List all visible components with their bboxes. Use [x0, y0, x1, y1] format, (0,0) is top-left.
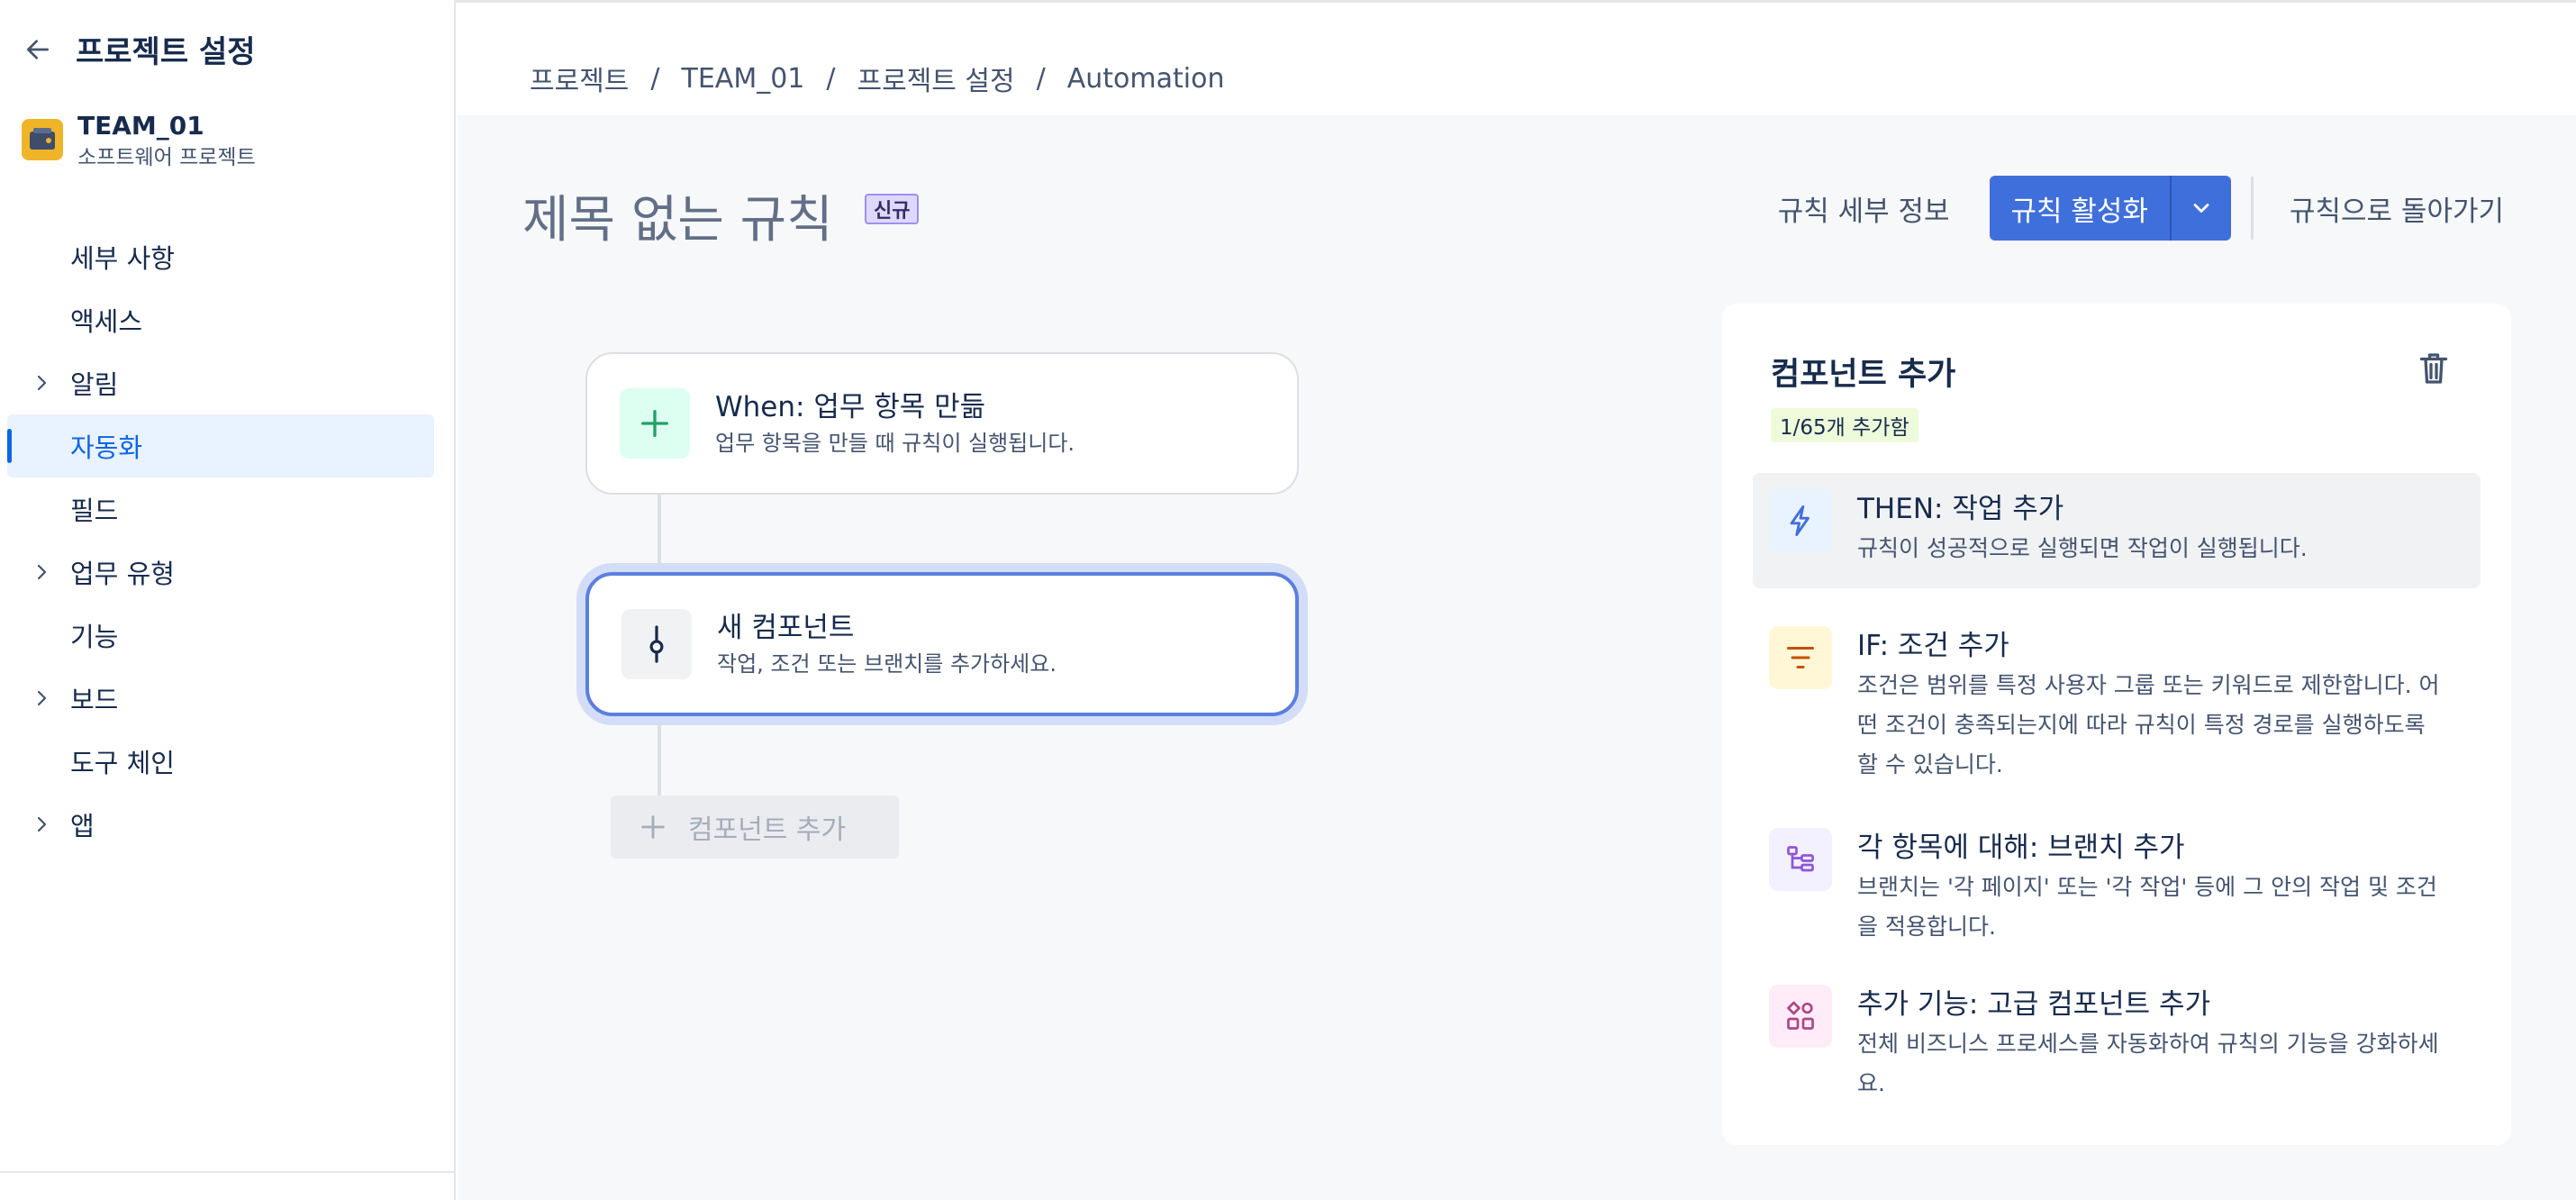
activate-dropdown-button[interactable] — [2169, 176, 2231, 241]
project-avatar-icon — [30, 128, 55, 150]
plus-icon — [641, 815, 665, 839]
breadcrumb-project-settings[interactable]: 프로젝트 설정 — [857, 59, 1015, 98]
app: 프로젝트 설정 TEAM_01 소프트웨어 프로젝트 세부 사항 액세스 알림 — [0, 0, 2576, 1200]
rule-title[interactable]: 제목 없는 규칙 — [522, 179, 833, 252]
breadcrumb-separator: / — [650, 62, 660, 95]
sidebar-item-details[interactable]: 세부 사항 — [7, 225, 434, 288]
header-divider — [2250, 177, 2254, 240]
option-condition[interactable]: IF: 조건 추가 조건은 범위를 특정 사용자 그룹 또는 키워드로 제한합니… — [1753, 610, 2481, 790]
panel-title: 컴포넌트 추가 — [1771, 357, 1956, 393]
add-component-panel: 컴포넌트 추가 1/65개 추가함 THEN: 작업 추가 규칙이 성공적으로 … — [1722, 304, 2511, 1145]
add-component-label: 컴포넌트 추가 — [688, 814, 847, 846]
option-title: THEN: 작업 추가 — [1857, 493, 2064, 525]
trigger-card[interactable]: When: 업무 항목 만듦 업무 항목을 만들 때 규칙이 실행됩니다. — [585, 352, 1299, 495]
header-actions: 규칙 세부 정보 규칙 활성화 규칙으로 돌아가기 — [1778, 176, 2504, 241]
sidebar-item-label: 앱 — [70, 811, 95, 841]
add-component-button[interactable]: 컴포넌트 추가 — [611, 795, 899, 859]
breadcrumb: 프로젝트 / TEAM_01 / 프로젝트 설정 / Automation — [530, 59, 1224, 98]
filter-icon — [1769, 626, 1832, 689]
chevron-right-icon — [37, 564, 47, 580]
trigger-description: 업무 항목을 만들 때 규칙이 실행됩니다. — [715, 431, 1075, 456]
flow-connector — [658, 495, 661, 572]
chevron-right-icon — [37, 375, 47, 391]
sidebar-item-notifications[interactable]: 알림 — [7, 351, 434, 414]
option-description: 규칙이 성공적으로 실행되면 작업이 실행됩니다. — [1857, 535, 2308, 561]
activate-button-group: 규칙 활성화 — [1989, 176, 2231, 241]
sidebar: 프로젝트 설정 TEAM_01 소프트웨어 프로젝트 세부 사항 액세스 알림 — [0, 0, 456, 1200]
plus-icon — [620, 388, 690, 459]
chevron-right-icon — [37, 690, 47, 706]
option-action[interactable]: THEN: 작업 추가 규칙이 성공적으로 실행되면 작업이 실행됩니다. — [1753, 473, 2481, 588]
sidebar-item-label: 자동화 — [70, 432, 143, 463]
new-component-title: 새 컴포넌트 — [717, 612, 855, 644]
sidebar-item-fields[interactable]: 필드 — [7, 477, 434, 541]
sidebar-item-work-types[interactable]: 업무 유형 — [7, 541, 434, 604]
main-content: 프로젝트 / TEAM_01 / 프로젝트 설정 / Automation 제목… — [458, 3, 2576, 1200]
sidebar-item-label: 세부 사항 — [70, 243, 175, 274]
option-branch[interactable]: 각 항목에 대해: 브랜치 추가 브랜치는 '각 페이지' 또는 '각 작업' … — [1753, 812, 2481, 947]
new-component-description: 작업, 조건 또는 브랜치를 추가하세요. — [717, 651, 1057, 677]
components-icon — [1769, 985, 1832, 1048]
option-description: 브랜치는 '각 페이지' 또는 '각 작업' 등에 그 안의 작업 및 조건을 … — [1857, 874, 2437, 940]
option-advanced[interactable]: 추가 기능: 고급 컴포넌트 추가 전체 비즈니스 프로세스를 자동화하여 규칙… — [1753, 968, 2481, 1104]
sidebar-title: 프로젝트 설정 — [76, 34, 256, 70]
option-title: IF: 조건 추가 — [1857, 630, 2009, 662]
breadcrumb-separator: / — [1036, 62, 1046, 95]
option-description: 조건은 범위를 특정 사용자 그룹 또는 키워드로 제한합니다. 어떤 조건이 … — [1857, 672, 2440, 777]
breadcrumb-bar: 프로젝트 / TEAM_01 / 프로젝트 설정 / Automation — [458, 3, 2576, 115]
option-title: 추가 기능: 고급 컴포넌트 추가 — [1857, 988, 2211, 1021]
lightning-icon — [1769, 489, 1832, 552]
sidebar-item-features[interactable]: 기능 — [7, 604, 434, 667]
flow-connector — [658, 723, 661, 795]
sidebar-header: 프로젝트 설정 — [22, 27, 256, 71]
option-description: 전체 비즈니스 프로세스를 자동화하여 규칙의 기능을 강화하세요. — [1857, 1031, 2439, 1096]
sidebar-item-label: 보드 — [70, 685, 119, 715]
sidebar-item-access[interactable]: 액세스 — [7, 288, 434, 351]
project-info: TEAM_01 소프트웨어 프로젝트 — [22, 108, 256, 171]
sidebar-item-label: 액세스 — [70, 306, 143, 337]
activate-rule-button[interactable]: 규칙 활성화 — [1989, 176, 2170, 241]
sidebar-item-label: 필드 — [70, 495, 119, 526]
back-to-rules-button[interactable]: 규칙으로 돌아가기 — [2290, 188, 2504, 229]
trigger-title: When: 업무 항목 만듦 — [715, 391, 986, 423]
sidebar-item-boards[interactable]: 보드 — [7, 667, 434, 730]
breadcrumb-project[interactable]: TEAM_01 — [682, 63, 805, 95]
chevron-right-icon — [37, 816, 47, 832]
new-badge: 신규 — [865, 194, 920, 224]
trash-icon[interactable] — [2417, 350, 2454, 390]
sidebar-item-automation[interactable]: 자동화 — [7, 414, 434, 477]
sidebar-divider — [0, 1171, 456, 1173]
sidebar-item-label: 기능 — [70, 622, 119, 652]
breadcrumb-projects[interactable]: 프로젝트 — [530, 59, 629, 98]
sidebar-item-apps[interactable]: 앱 — [7, 793, 434, 856]
branch-icon — [1769, 828, 1832, 891]
new-component-card[interactable]: 새 컴포넌트 작업, 조건 또는 브랜치를 추가하세요. — [585, 572, 1299, 716]
sidebar-item-toolchain[interactable]: 도구 체인 — [7, 730, 434, 793]
breadcrumb-automation[interactable]: Automation — [1067, 63, 1225, 95]
breadcrumb-separator: / — [826, 62, 836, 95]
back-arrow-icon[interactable] — [22, 33, 54, 66]
sidebar-item-label: 알림 — [70, 369, 119, 400]
project-type: 소프트웨어 프로젝트 — [77, 146, 256, 169]
project-name: TEAM_01 — [77, 111, 204, 141]
option-title: 각 항목에 대해: 브랜치 추가 — [1857, 832, 2185, 864]
sidebar-item-label: 업무 유형 — [70, 559, 175, 589]
project-avatar — [22, 119, 63, 160]
settings-nav: 세부 사항 액세스 알림 자동화 필드 업무 유형 기능 보드 도구 체인 앱 — [7, 225, 434, 856]
component-node-icon — [621, 609, 692, 679]
component-count-badge: 1/65개 추가함 — [1771, 408, 1918, 442]
rule-details-button[interactable]: 규칙 세부 정보 — [1778, 188, 1950, 229]
chevron-down-icon — [2193, 204, 2209, 213]
sidebar-item-label: 도구 체인 — [70, 748, 175, 778]
